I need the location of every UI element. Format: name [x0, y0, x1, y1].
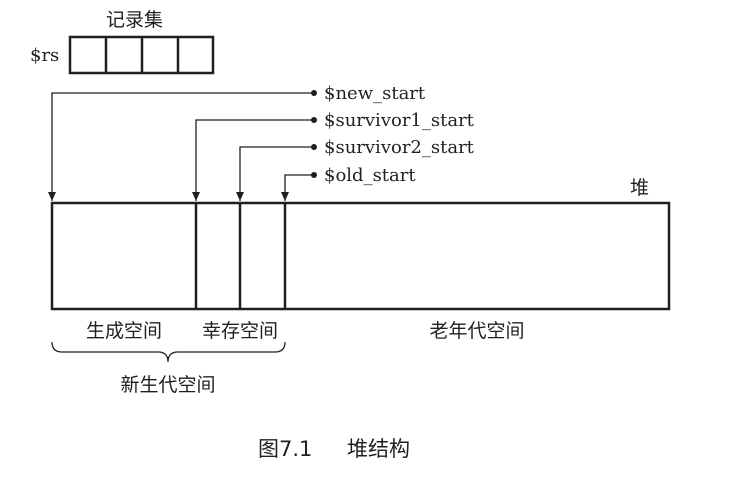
pointer-label-survivor1-start: $survivor1_start	[324, 110, 475, 131]
new-generation-label: 新生代空间	[120, 374, 215, 396]
pointer-label-survivor2-start: $survivor2_start	[324, 137, 475, 158]
heap-label: 堆	[630, 177, 649, 199]
pointer-arrow	[192, 119, 314, 201]
heap-outline	[50, 201, 671, 311]
pointer-label-old-start: $old_start	[324, 165, 416, 186]
region-label-eden: 生成空间	[86, 320, 162, 342]
pointer-old-start: $old_start	[281, 165, 416, 201]
heap-structure-diagram: 记录集 $rs $new_start $survivor1_start $sur…	[30, 9, 671, 461]
record-set-array	[68, 35, 215, 75]
record-set-variable-label: $rs	[30, 45, 59, 66]
heap-structure-figure: 记录集 $rs $new_start $survivor1_start $sur…	[0, 0, 733, 485]
figure-number: 图7.1	[258, 437, 312, 461]
figure-title: 堆结构	[347, 437, 410, 461]
pointer-arrow	[236, 146, 314, 201]
region-label-survivor: 幸存空间	[202, 320, 278, 342]
record-set-title: 记录集	[106, 9, 163, 31]
region-label-old-generation: 老年代空间	[429, 320, 524, 342]
new-generation-brace	[51, 341, 286, 363]
heap-block	[50, 201, 671, 311]
pointer-arrow	[281, 174, 314, 201]
pointer-label-new-start: $new_start	[324, 83, 426, 104]
